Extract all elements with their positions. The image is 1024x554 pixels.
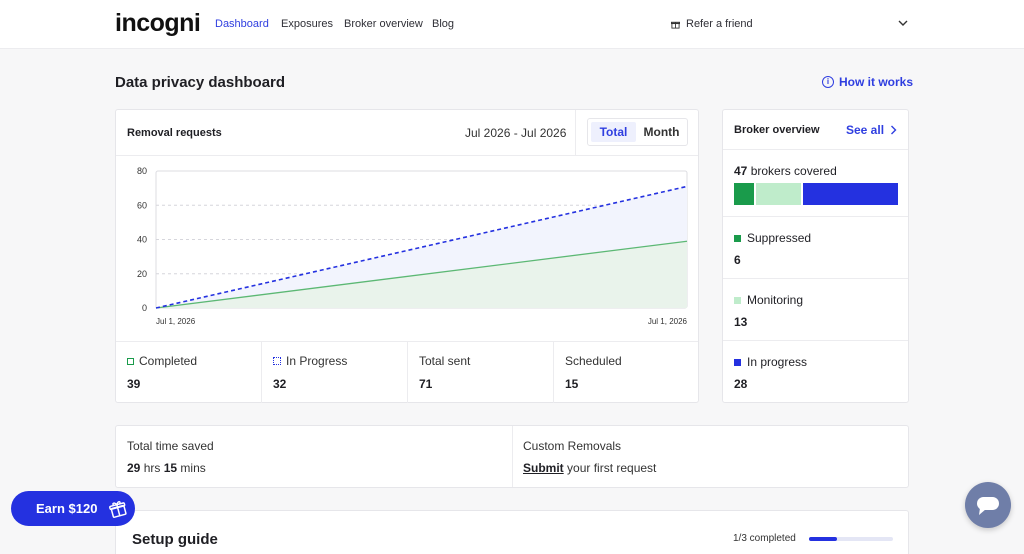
nav-dashboard-link[interactable]: Dashboard (215, 18, 269, 30)
incogni-logo[interactable]: incogni (115, 9, 201, 38)
gift-icon (109, 500, 128, 518)
legend-suppressed: Suppressed (734, 231, 811, 245)
minutes-value: 15 (163, 461, 178, 475)
custom-removals-label: Custom Removals (523, 439, 622, 453)
completed-legend-icon (127, 357, 134, 365)
setup-guide-card[interactable]: Setup guide 1/3 completed (115, 510, 909, 554)
in-progress-swatch (734, 358, 741, 366)
time-saved-section: Total time saved 29 hrs 15 mins (116, 426, 512, 487)
time-saved-card: Total time saved 29 hrs 15 mins Custom R… (115, 425, 909, 488)
divider (723, 216, 908, 217)
stat-label: Scheduled (565, 354, 622, 368)
brokers-covered-count: 47 (734, 164, 748, 178)
how-it-works-label: How it works (839, 75, 914, 89)
time-saved-value: 29 hrs 15 mins (127, 461, 206, 475)
legend-monitoring: Monitoring (734, 293, 803, 307)
setup-progress-fill (809, 537, 837, 541)
stat-label: Completed (139, 354, 198, 368)
submit-link[interactable]: Submit (523, 461, 564, 475)
toggle-month[interactable]: Month (639, 122, 684, 142)
stat-in-progress: In Progress 32 (262, 342, 408, 403)
date-range: Jul 2026 - Jul 2026 (465, 126, 567, 140)
removal-requests-card: Removal requests Jul 2026 - Jul 2026 Tot… (115, 109, 699, 403)
toggle-total[interactable]: Total (591, 122, 636, 142)
stat-label: Total sent (419, 354, 471, 368)
monitoring-value: 13 (734, 315, 748, 329)
stat-value: 32 (273, 377, 287, 391)
chevron-down-icon[interactable] (897, 17, 909, 29)
earn-referral-button[interactable]: Earn $120 (11, 491, 135, 526)
header-divider (575, 110, 576, 155)
nav-broker-overview-link[interactable]: Broker overview (344, 18, 423, 30)
hours-value: 29 (127, 461, 141, 475)
y-tick-label: 60 (137, 200, 147, 210)
chevron-right-icon (891, 125, 897, 135)
divider (723, 340, 908, 341)
divider (723, 149, 908, 150)
stat-total-sent: Total sent 71 (408, 342, 554, 403)
refer-label: Refer a friend (686, 18, 753, 30)
x-tick-label: Jul 1, 2026 (648, 317, 688, 326)
custom-removals-text: Submit your first request (523, 461, 656, 475)
suppressed-value: 6 (734, 253, 741, 267)
stat-value: 71 (419, 377, 433, 391)
broker-bar-segment (802, 183, 898, 205)
setup-progress-text: 1/3 completed (733, 533, 796, 544)
y-tick-label: 80 (137, 166, 147, 176)
removal-requests-title: Removal requests (127, 127, 222, 139)
suppressed-swatch (734, 234, 741, 242)
refer-a-friend-link[interactable]: Refer a friend (671, 18, 753, 30)
info-icon: i (822, 76, 834, 88)
stat-label: In Progress (286, 354, 348, 368)
chat-bubble-icon (977, 497, 999, 515)
stat-scheduled: Scheduled 15 (554, 342, 700, 403)
divider (723, 278, 908, 279)
stat-value: 39 (127, 377, 141, 391)
top-navigation-bar: incogni Dashboard Exposures Broker overv… (0, 0, 1024, 49)
brokers-covered-text: brokers covered (750, 164, 837, 178)
custom-removals-rest: your first request (567, 461, 657, 475)
monitoring-swatch (734, 296, 741, 304)
custom-removals-section: Custom Removals Submit your first reques… (512, 426, 908, 487)
broker-bar-segment (734, 183, 755, 205)
minutes-unit: mins (180, 461, 206, 475)
stat-value: 15 (565, 377, 579, 391)
page-title: Data privacy dashboard (115, 74, 286, 91)
removal-requests-chart: 80 60 40 20 0 Jul 1, 2026 Jul 1, 2026 (137, 166, 688, 326)
setup-guide-title: Setup guide (132, 531, 218, 548)
brokers-covered: 47 brokers covered (734, 164, 837, 178)
time-saved-label: Total time saved (127, 439, 214, 453)
broker-bar-segment (756, 183, 801, 205)
legend-label: In progress (747, 355, 808, 369)
chat-support-button[interactable] (965, 482, 1011, 528)
x-tick-label: Jul 1, 2026 (156, 317, 196, 326)
stat-completed: Completed 39 (116, 342, 262, 403)
earn-label: Earn $120 (36, 501, 98, 516)
in-progress-legend-icon (273, 357, 281, 365)
nav-blog-link[interactable]: Blog (432, 18, 454, 30)
y-tick-label: 0 (142, 303, 147, 313)
broker-overview-card: Broker overview See all 47 brokers cover… (722, 109, 909, 403)
period-toggle: Total Month (587, 118, 688, 146)
gift-icon (671, 21, 680, 29)
broker-status-bar (734, 183, 898, 205)
setup-progress-bar (809, 537, 893, 541)
nav-exposures-link[interactable]: Exposures (281, 18, 333, 30)
legend-label: Suppressed (747, 231, 812, 245)
legend-label: Monitoring (747, 293, 804, 307)
legend-in-progress: In progress (734, 355, 807, 369)
see-all-link[interactable]: See all (846, 123, 897, 137)
broker-overview-title: Broker overview (734, 124, 820, 136)
how-it-works-link[interactable]: i How it works (822, 75, 913, 89)
in-progress-value: 28 (734, 377, 748, 391)
y-tick-label: 40 (137, 235, 147, 245)
see-all-label: See all (846, 123, 885, 137)
hours-unit: hrs (143, 461, 161, 475)
y-tick-label: 20 (137, 269, 147, 279)
